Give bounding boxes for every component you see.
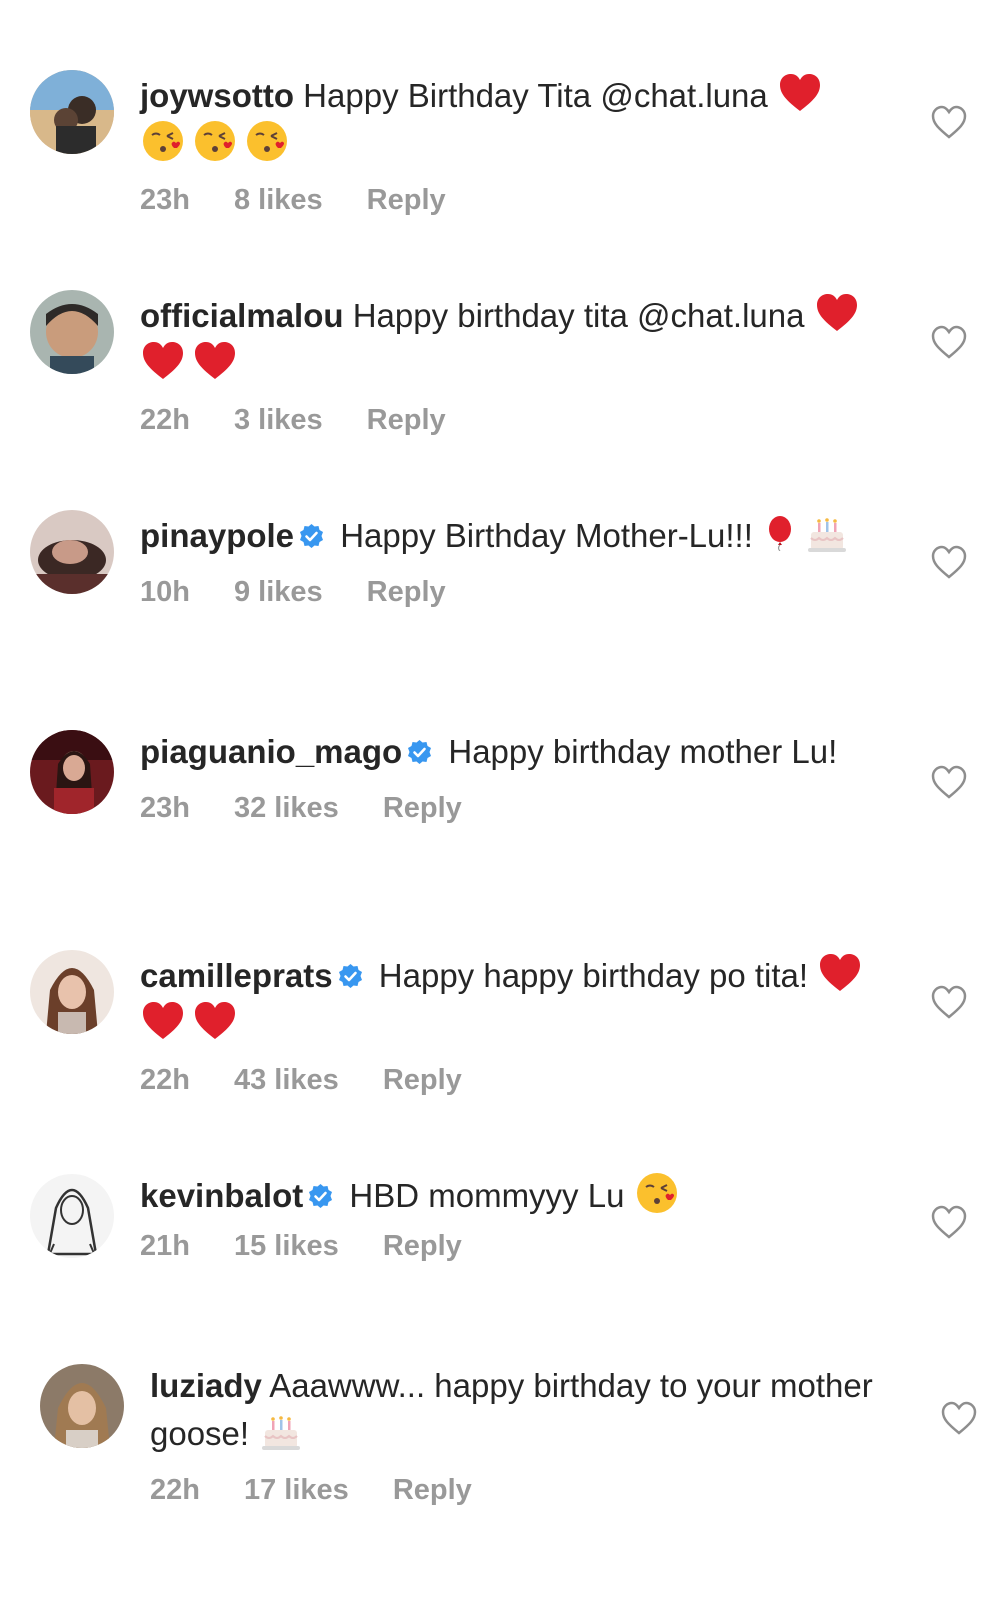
verified-badge-icon (298, 523, 325, 550)
comment-meta: 23h 8 likes Reply (140, 184, 880, 217)
comment-likes[interactable]: 17 likes (244, 1474, 349, 1506)
kissing-face-icon (192, 118, 238, 164)
red-heart-icon (814, 290, 860, 336)
comment-username[interactable]: kevinbalot (140, 1177, 303, 1214)
birthday-cake-icon (804, 510, 850, 556)
comment-likes[interactable]: 8 likes (234, 184, 323, 216)
comment-time: 23h (140, 184, 190, 216)
comment-likes[interactable]: 15 likes (234, 1230, 339, 1262)
avatar[interactable] (30, 1174, 114, 1258)
avatar[interactable] (30, 510, 114, 594)
avatar[interactable] (30, 290, 114, 374)
heart-outline-icon[interactable] (940, 1400, 978, 1436)
reply-button[interactable]: Reply (393, 1474, 472, 1506)
comment-meta: 22h 17 likes Reply (150, 1474, 890, 1507)
comment-time: 22h (140, 1064, 190, 1096)
comment-time: 23h (140, 792, 190, 824)
comment-body: Happy birthday tita @chat.luna (352, 297, 805, 334)
comment-body: Happy happy birthday po tita! (378, 957, 809, 994)
comment-text: luziady Aaawww... happy birthday to your… (150, 1364, 890, 1456)
comment-meta: 23h 32 likes Reply (140, 792, 880, 825)
red-heart-icon (140, 998, 186, 1044)
comment-username[interactable]: camilleprats (140, 957, 333, 994)
comment-time: 22h (150, 1474, 200, 1506)
comment-text: joywsotto Happy Birthday Tita @chat.luna (140, 70, 880, 166)
comment-likes[interactable]: 32 likes (234, 792, 339, 824)
comment-username[interactable]: pinaypole (140, 517, 294, 554)
reply-button[interactable]: Reply (367, 404, 446, 436)
comment-likes[interactable]: 9 likes (234, 576, 323, 608)
verified-badge-icon (337, 963, 364, 990)
red-heart-icon (140, 338, 186, 384)
avatar[interactable] (30, 70, 114, 154)
comment-time: 21h (140, 1230, 190, 1262)
comment-text: piaguanio_mago Happy birthday mother Lu! (140, 730, 880, 774)
kissing-face-icon (140, 118, 186, 164)
comment-username[interactable]: luziady (150, 1367, 262, 1404)
red-heart-icon (817, 950, 863, 996)
comment-body: Happy birthday mother Lu! (448, 733, 838, 770)
reply-button[interactable]: Reply (383, 1064, 462, 1096)
birthday-cake-icon (258, 1408, 304, 1454)
comment-meta: 21h 15 likes Reply (140, 1230, 880, 1263)
heart-outline-icon[interactable] (930, 1204, 968, 1240)
red-heart-icon (192, 998, 238, 1044)
comment-text: camilleprats Happy happy birthday po tit… (140, 950, 880, 1046)
heart-outline-icon[interactable] (930, 544, 968, 580)
comment-body: HBD mommyyy Lu (349, 1177, 625, 1214)
red-heart-icon (192, 338, 238, 384)
heart-outline-icon[interactable] (930, 984, 968, 1020)
comment-meta: 22h 43 likes Reply (140, 1064, 880, 1097)
red-heart-icon (777, 70, 823, 116)
comment-text: pinaypole Happy Birthday Mother-Lu!!! (140, 510, 880, 558)
comment-meta: 10h 9 likes Reply (140, 576, 880, 609)
comment-body: Happy Birthday Mother-Lu!!! (340, 517, 753, 554)
comment-username[interactable]: joywsotto (140, 77, 294, 114)
comment-time: 22h (140, 404, 190, 436)
comment-username[interactable]: piaguanio_mago (140, 733, 402, 770)
heart-outline-icon[interactable] (930, 104, 968, 140)
verified-badge-icon (406, 739, 433, 766)
avatar[interactable] (30, 950, 114, 1034)
verified-badge-icon (307, 1183, 334, 1210)
comment-body: Happy Birthday Tita @chat.luna (303, 77, 768, 114)
reply-button[interactable]: Reply (383, 1230, 462, 1262)
reply-button[interactable]: Reply (367, 576, 446, 608)
comment-likes[interactable]: 3 likes (234, 404, 323, 436)
avatar[interactable] (40, 1364, 124, 1448)
heart-outline-icon[interactable] (930, 764, 968, 800)
comment-text: kevinbalot HBD mommyyy Lu (140, 1170, 880, 1218)
comment-text: officialmalou Happy birthday tita @chat.… (140, 290, 880, 386)
reply-button[interactable]: Reply (383, 792, 462, 824)
comment-username[interactable]: officialmalou (140, 297, 344, 334)
kissing-face-icon (244, 118, 290, 164)
balloon-icon (762, 515, 798, 551)
comment-likes[interactable]: 43 likes (234, 1064, 339, 1096)
comment-meta: 22h 3 likes Reply (140, 404, 880, 437)
comment-time: 10h (140, 576, 190, 608)
avatar[interactable] (30, 730, 114, 814)
heart-outline-icon[interactable] (930, 324, 968, 360)
kissing-face-icon (634, 1170, 680, 1216)
reply-button[interactable]: Reply (367, 184, 446, 216)
